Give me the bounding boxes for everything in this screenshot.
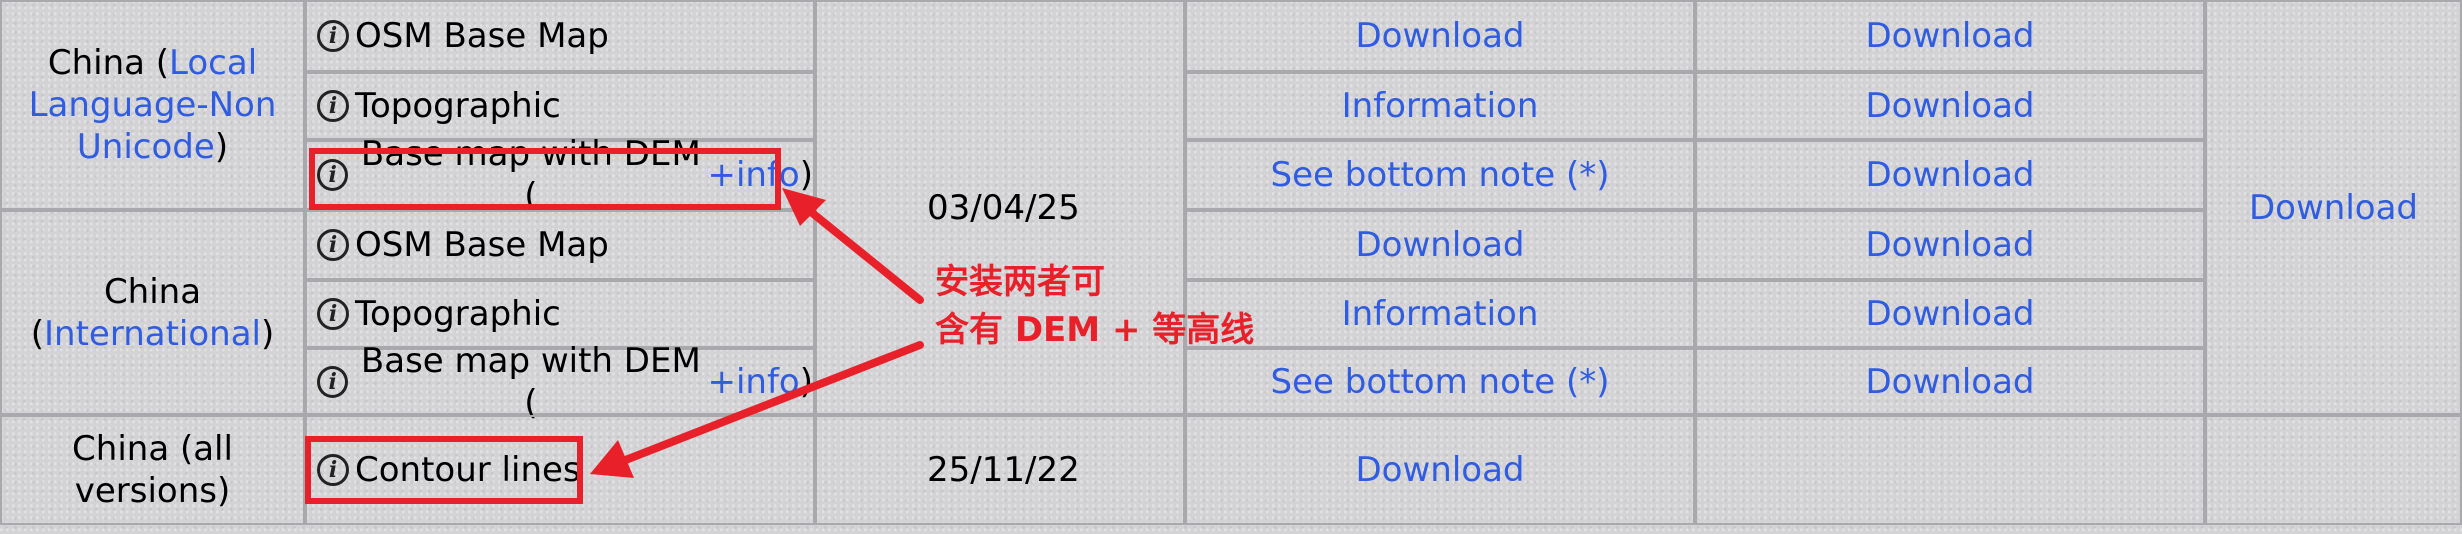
arrow-to-contour (596, 341, 924, 474)
annotation-line-2: 含有 DEM + 等高线 (935, 310, 1255, 350)
annotation-line-1: 安装两者可 (935, 262, 1105, 302)
annotation-text: 安装两者可 含有 DEM + 等高线 (935, 258, 1254, 354)
